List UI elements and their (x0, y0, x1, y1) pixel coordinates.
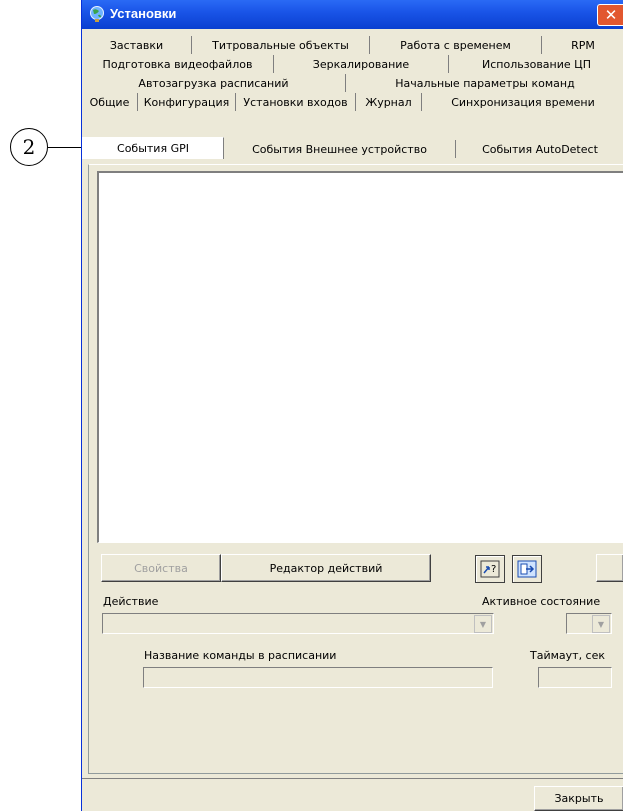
action-label: Действие (103, 595, 159, 608)
title-bar[interactable]: Установки ✕ (82, 0, 623, 29)
schedule-command-label: Название команды в расписании (144, 649, 337, 662)
window-title: Установки (110, 6, 177, 21)
tab-row-2: Подготовка видеофайлов Зеркалирование Ис… (82, 55, 623, 73)
tab-row-5: События GPI События Внешнее устройство С… (82, 137, 623, 159)
tab-zastavki[interactable]: Заставки (82, 36, 192, 54)
settings-window: Установки ✕ Заставки Титровальные объект… (81, 0, 623, 811)
active-state-label: Активное состояние (482, 595, 601, 608)
callout-number-text: 2 (22, 135, 36, 159)
tab-general[interactable]: Общие (82, 93, 138, 111)
tab-video-prep[interactable]: Подготовка видеофайлов (82, 55, 274, 73)
tab-cpu-usage[interactable]: Использование ЦП (449, 55, 623, 73)
tab-row-4: Общие Конфигурация Установки входов Журн… (82, 93, 623, 111)
tab-title-objects[interactable]: Титровальные объекты (192, 36, 370, 54)
help-query-icon[interactable]: ? (475, 555, 505, 583)
chevron-down-icon: ▼ (592, 615, 610, 633)
tab-input-settings[interactable]: Установки входов (236, 93, 356, 111)
bottom-divider (82, 778, 623, 779)
export-icon[interactable] (512, 555, 542, 583)
tab-row-1: Заставки Титровальные объекты Работа с в… (82, 36, 623, 54)
tab-configuration[interactable]: Конфигурация (138, 93, 236, 111)
tab-time-sync[interactable]: Синхронизация времени (422, 93, 623, 111)
chevron-down-icon: ▼ (474, 615, 492, 633)
tab-external-device-events[interactable]: События Внешнее устройство (224, 140, 456, 158)
tab-rpm[interactable]: RPM (542, 36, 623, 54)
tab-journal[interactable]: Журнал (356, 93, 422, 111)
action-editor-button[interactable]: Редактор действий (221, 554, 431, 582)
timeout-label: Таймаут, сек (530, 649, 606, 662)
close-window-button[interactable]: ✕ (597, 4, 623, 26)
gpi-events-list[interactable] (97, 171, 623, 543)
tab-row-3: Автозагрузка расписаний Начальные параме… (82, 74, 623, 92)
timeout-field[interactable] (538, 667, 612, 688)
globe-icon (88, 5, 106, 23)
properties-button-label: Свойства (134, 561, 188, 575)
schedule-command-field[interactable] (143, 667, 493, 688)
properties-button[interactable]: Свойства (101, 554, 221, 582)
tab-command-params[interactable]: Начальные параметры команд (346, 74, 623, 92)
tab-time-work[interactable]: Работа с временем (370, 36, 542, 54)
tab-autodetect-events[interactable]: События AutoDetect (456, 140, 623, 158)
close-button-label: Закрыть (554, 792, 604, 805)
tab-gpi-events[interactable]: События GPI (82, 137, 224, 159)
callout-number: 2 (10, 128, 48, 166)
close-button[interactable]: Закрыть (534, 786, 623, 811)
tab-mirroring[interactable]: Зеркалирование (274, 55, 449, 73)
svg-text:?: ? (491, 564, 496, 575)
tab-schedule-autoload[interactable]: Автозагрузка расписаний (82, 74, 346, 92)
active-state-select[interactable]: ▼ (566, 613, 612, 634)
action-select[interactable]: ▼ (102, 613, 494, 634)
action-editor-button-label: Редактор действий (269, 561, 383, 575)
extra-button[interactable] (596, 554, 623, 582)
